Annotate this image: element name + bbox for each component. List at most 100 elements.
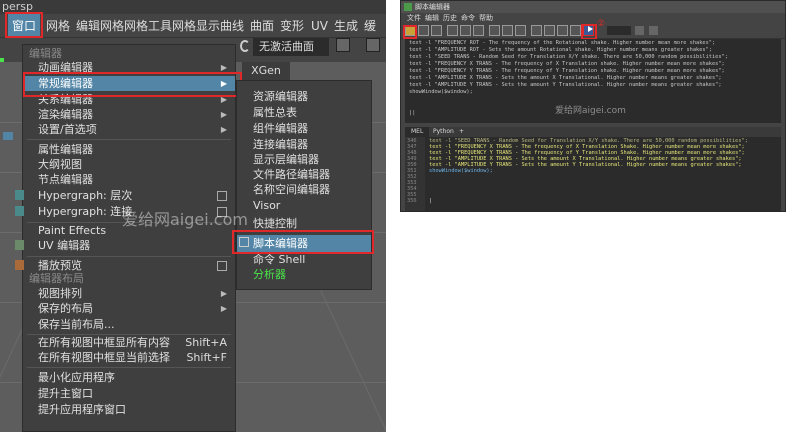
stack-trace-icon[interactable]	[515, 25, 526, 36]
menu-uv[interactable]: UV	[311, 14, 328, 38]
submenu-item-file-path-editor[interactable]: 文件路径编辑器	[237, 167, 371, 182]
menu-cache[interactable]: 缓存	[364, 14, 386, 57]
menu-history[interactable]: 历史	[443, 13, 457, 23]
script-input-pane[interactable]: 346 347 348 349 350 351 352 353 354 355 …	[405, 137, 781, 211]
menu-item-settings-preferences[interactable]: 设置/首选项 ▶	[23, 122, 235, 137]
clear-all-icon[interactable]	[473, 25, 484, 36]
output-line: text -l "AMPLITUDE Y TRANS - Sets the am…	[409, 82, 722, 88]
main-menubar: 窗口 网格 编辑网格 网格工具 网格显示 曲线 曲面 变形 UV 生成 缓存	[0, 14, 386, 57]
menu-item-attribute-editor[interactable]: 属性编辑器	[23, 142, 235, 157]
render-icon[interactable]	[366, 38, 380, 52]
maya-main-window: persp 窗口 网格 编辑网格 网格工具 网格显示 曲线 曲面 变形 UV 生…	[0, 0, 386, 432]
annotation-box-script-editor	[232, 230, 374, 254]
menu-item-minimize-app[interactable]: 最小化应用程序	[23, 370, 235, 385]
submenu-item-display-layer-editor[interactable]: 显示层编辑器	[237, 152, 371, 167]
xgen-tab[interactable]: XGen	[242, 62, 290, 80]
menu-generate[interactable]: 生成	[334, 14, 358, 38]
menu-mesh-display[interactable]: 网格显示	[172, 14, 220, 38]
menu-curves[interactable]: 曲线	[220, 14, 244, 38]
snap-icon[interactable]	[336, 38, 350, 52]
watermark: 爱给网aigei.com	[555, 106, 626, 116]
menu-item-rendering-editors[interactable]: 渲染编辑器 ▶	[23, 107, 235, 122]
menu-mesh[interactable]: 网格	[46, 14, 70, 38]
option-box-icon[interactable]	[217, 261, 227, 271]
menu-item-node-editor[interactable]: 节点编辑器	[23, 172, 235, 187]
chevron-right-icon: ▶	[220, 110, 227, 119]
viewport-tool-icon[interactable]	[3, 132, 13, 140]
annotation-box-open-script	[403, 25, 417, 39]
history-output-pane[interactable]: text -l "FREQUENCY ROT - The frequency o…	[405, 39, 781, 123]
menu-command[interactable]: 命令	[461, 13, 475, 23]
chevron-right-icon: ▶	[220, 289, 227, 298]
tab-mel[interactable]: MEL	[405, 127, 430, 137]
menu-file[interactable]: 文件	[407, 13, 421, 23]
active-surface-field[interactable]: 无激活曲面	[253, 38, 329, 56]
section-editors: 编辑器	[29, 47, 62, 60]
show-input-icon[interactable]	[544, 25, 555, 36]
show-history-icon[interactable]	[531, 25, 542, 36]
curve-tool-icon[interactable]	[240, 40, 250, 52]
viewport-title: persp	[0, 0, 386, 14]
save-script-icon[interactable]	[431, 25, 442, 36]
show-both-icon[interactable]	[557, 25, 568, 36]
echo-all-icon[interactable]	[489, 25, 500, 36]
submenu-item-content-browser[interactable]: 资源编辑器	[237, 89, 371, 104]
submenu-item-component-editor[interactable]: 组件编辑器	[237, 121, 371, 136]
source-script-icon[interactable]	[418, 25, 429, 36]
add-tab-icon[interactable]: +	[453, 127, 470, 137]
menu-separator	[27, 139, 231, 140]
script-editor-title: 脚本编辑器	[401, 1, 785, 13]
goto-line-icon[interactable]	[649, 26, 658, 35]
search-field[interactable]	[607, 26, 631, 35]
menu-item-outliner[interactable]: 大纲视图	[23, 157, 235, 172]
script-editor-menubar: 文件 编辑 历史 命令 帮助	[401, 13, 785, 23]
submenu-item-namespace-editor[interactable]: 名称空间编辑器	[237, 182, 371, 197]
menu-item-frame-all[interactable]: 在所有视图中框显所有内容 Shift+A	[23, 335, 235, 350]
menu-item-saved-layouts[interactable]: 保存的布局 ▶	[23, 301, 235, 316]
annotation-box-execute	[581, 24, 597, 40]
chevron-right-icon: ▶	[220, 304, 227, 313]
menu-surfaces[interactable]: 曲面	[250, 14, 274, 38]
menu-deform[interactable]: 变形	[280, 14, 304, 38]
uv-editor-icon	[15, 240, 24, 250]
menu-item-view-arrangement[interactable]: 视图排列 ▶	[23, 286, 235, 301]
submenu-item-profiler[interactable]: 分析器	[237, 267, 371, 282]
execute-all-icon[interactable]	[570, 25, 581, 36]
menu-item-raise-main-window[interactable]: 提升主窗口	[23, 386, 235, 401]
output-line: text -l "SEED TRANS - Random Seed for Tr…	[409, 54, 728, 60]
submenu-item-command-shell[interactable]: 命令 Shell	[237, 252, 371, 267]
menu-separator	[27, 256, 231, 257]
menu-item-uv-editor[interactable]: UV 编辑器	[15, 238, 235, 253]
code-line: showWindow($window);	[429, 168, 493, 174]
search-icon[interactable]	[635, 26, 644, 35]
submenu-item-visor[interactable]: Visor	[237, 198, 371, 213]
menu-edit-mesh[interactable]: 编辑网格	[76, 14, 124, 38]
menu-item-frame-selection[interactable]: 在所有视图中框显当前选择 Shift+F	[23, 350, 235, 365]
output-line: text -l "AMPLITUDE X TRANS - Sets the am…	[409, 75, 722, 81]
menu-item-raise-app-windows[interactable]: 提升应用程序窗口	[23, 402, 235, 417]
output-line: ||	[409, 110, 416, 116]
menu-help[interactable]: 帮助	[479, 13, 493, 23]
option-box-icon[interactable]	[217, 191, 227, 201]
menu-separator	[27, 367, 231, 368]
line-numbers-icon[interactable]	[502, 25, 513, 36]
general-editors-submenu: 资源编辑器 属性总表 组件编辑器 连接编辑器 显示层编辑器 文件路径编辑器 名称…	[236, 80, 372, 290]
output-line: text -l "AMPLITUDE ROT - Sets the amount…	[409, 47, 712, 53]
annotation-box-window-menu	[5, 12, 43, 38]
submenu-item-quick-rig[interactable]: 快捷控制	[237, 216, 371, 231]
line-number: 356	[407, 198, 417, 204]
playblast-icon	[15, 260, 24, 270]
output-line: text -l "FREQUENCY X TRANS - The frequen…	[409, 61, 725, 67]
submenu-item-attribute-spreadsheet[interactable]: 属性总表	[237, 105, 371, 120]
clear-input-icon[interactable]	[460, 25, 471, 36]
submenu-item-connection-editor[interactable]: 连接编辑器	[237, 137, 371, 152]
chevron-right-icon: ▶	[220, 125, 227, 134]
menu-item-playblast[interactable]: 播放预览	[15, 258, 235, 273]
language-tabs: MEL Python +	[405, 127, 781, 137]
menu-item-save-current-layout[interactable]: 保存当前布局...	[23, 317, 235, 332]
clear-history-icon[interactable]	[447, 25, 458, 36]
menu-item-hypergraph-hierarchy[interactable]: Hypergraph: 层次	[15, 188, 235, 203]
menu-mesh-tools[interactable]: 网格工具	[124, 14, 172, 38]
menu-edit[interactable]: 编辑	[425, 13, 439, 23]
output-line: text -l "FREQUENCY ROT - The frequency o…	[409, 40, 716, 46]
